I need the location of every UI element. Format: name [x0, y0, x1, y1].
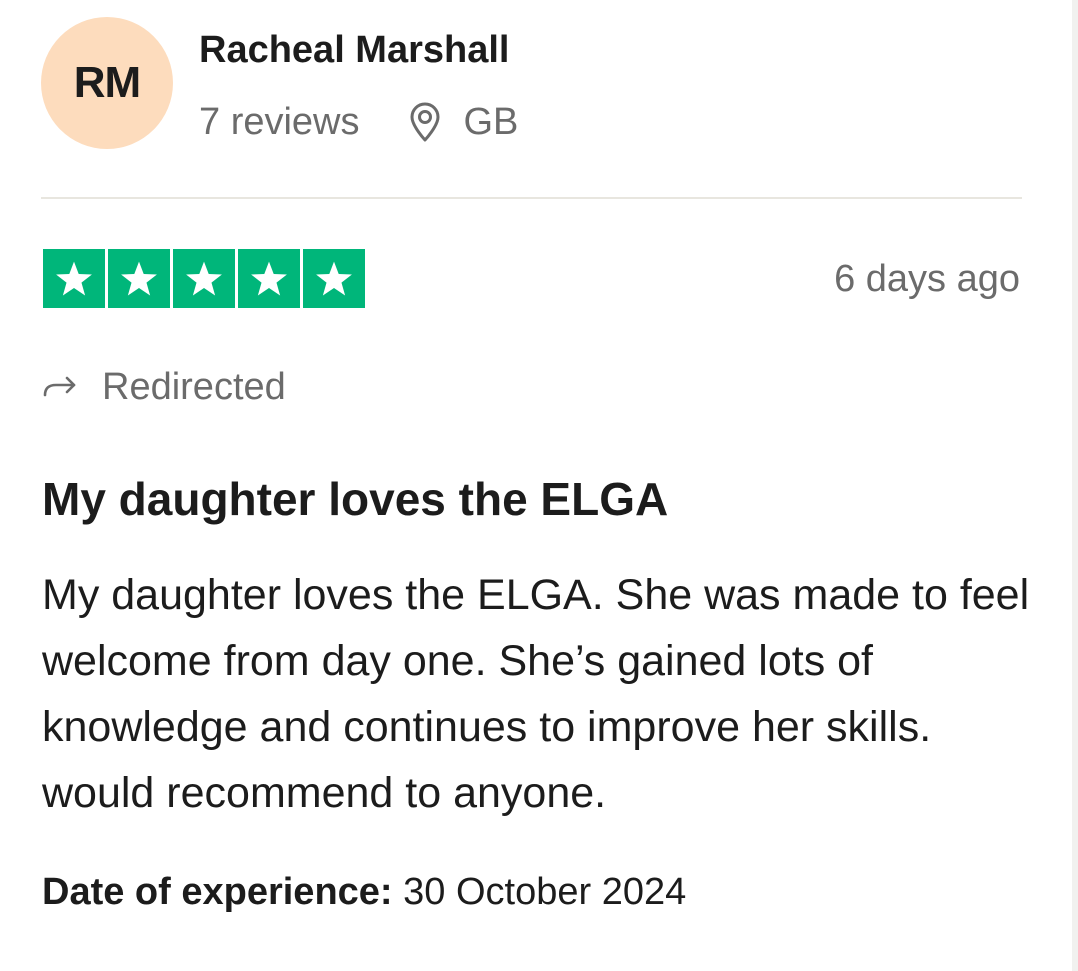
- avatar[interactable]: RM: [41, 17, 173, 149]
- date-of-experience: Date of experience: 30 October 2024: [42, 871, 686, 913]
- star-icon: [238, 249, 300, 308]
- review-body: My daughter loves the ELGA. She was made…: [42, 571, 1030, 817]
- review-card: RM Racheal Marshall 7 reviews GB 6 days …: [0, 0, 1078, 971]
- review-title[interactable]: My daughter loves the ELGA: [42, 474, 668, 524]
- redirected-label: Redirected: [102, 366, 286, 408]
- star-rating: [43, 249, 365, 308]
- reviewer-name[interactable]: Racheal Marshall: [199, 29, 518, 71]
- star-icon: [173, 249, 235, 308]
- map-pin-icon: [408, 102, 442, 142]
- avatar-initials: RM: [73, 58, 141, 107]
- star-icon: [43, 249, 105, 308]
- review-count: 7 reviews: [199, 101, 360, 143]
- review-date: 6 days ago: [834, 258, 1020, 300]
- star-icon: [108, 249, 170, 308]
- experience-label: Date of experience:: [42, 871, 393, 913]
- redirected-badge[interactable]: Redirected: [42, 366, 286, 408]
- reviewer-header: RM Racheal Marshall 7 reviews GB: [41, 17, 518, 149]
- reviewer-meta: 7 reviews GB: [199, 101, 518, 143]
- divider: [41, 197, 1022, 199]
- reviewer-info: Racheal Marshall 7 reviews GB: [199, 17, 518, 143]
- experience-date: 30 October 2024: [403, 871, 687, 913]
- reviewer-location: GB: [463, 101, 519, 143]
- redirect-arrow-icon: [42, 375, 78, 399]
- star-icon: [303, 249, 365, 308]
- scroll-edge: [1072, 0, 1078, 971]
